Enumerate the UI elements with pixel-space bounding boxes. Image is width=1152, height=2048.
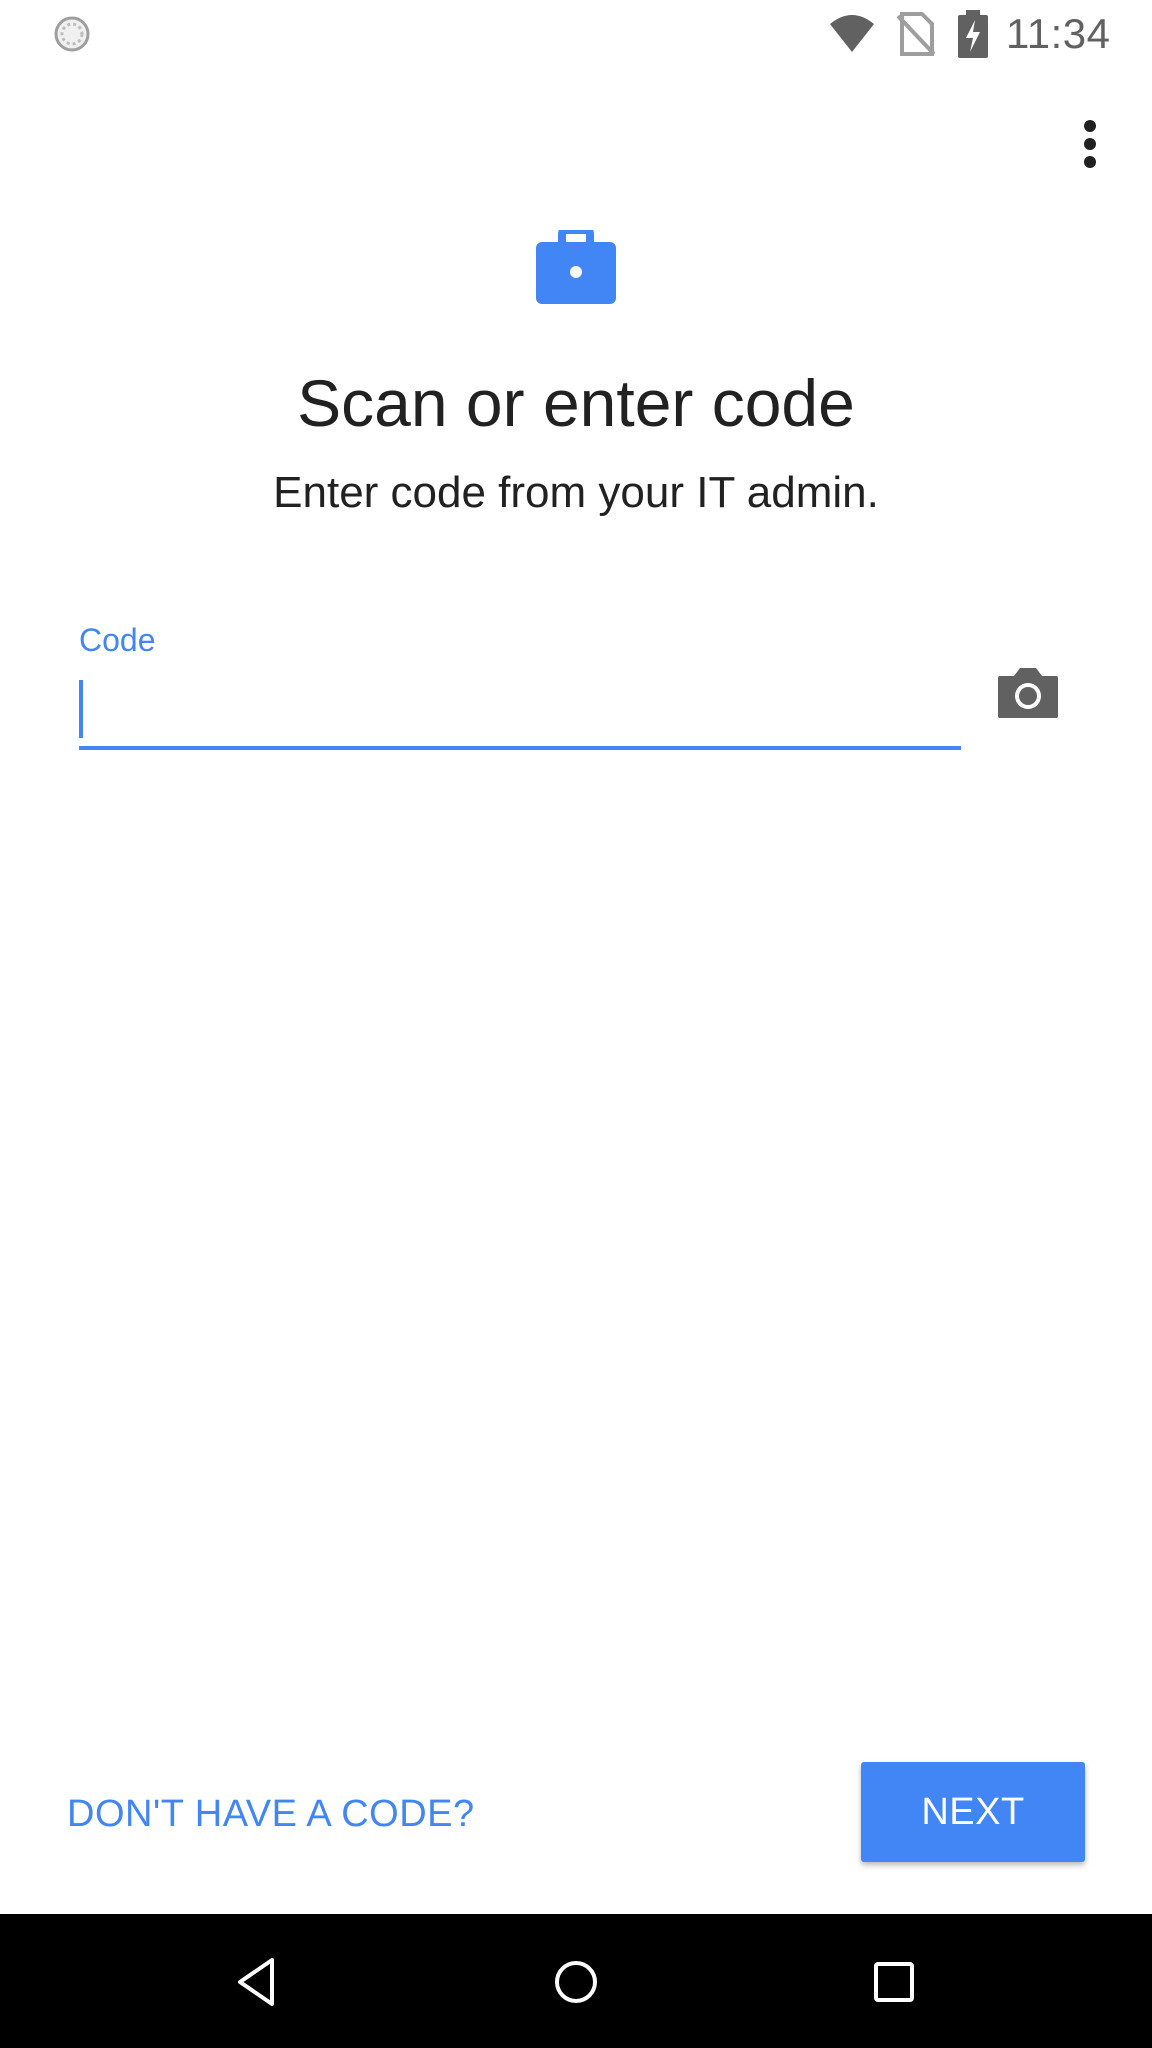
nav-recents-button[interactable] [862, 1950, 926, 2014]
status-bar: 11:34 [0, 0, 1152, 68]
screen: 11:34 Scan or enter code Enter code from… [0, 0, 1152, 2048]
scan-camera-button[interactable] [996, 664, 1060, 720]
code-field-label: Code [79, 622, 156, 658]
page-subtitle: Enter code from your IT admin. [273, 468, 879, 517]
briefcase-icon [536, 230, 616, 304]
dont-have-code-link[interactable]: DON'T HAVE A CODE? [67, 1786, 475, 1842]
wifi-icon [830, 15, 874, 52]
camera-icon [998, 668, 1058, 718]
nav-back-button[interactable] [226, 1950, 290, 2014]
page-title: Scan or enter code [297, 366, 855, 440]
next-button[interactable]: NEXT [861, 1762, 1085, 1862]
nav-home-button[interactable] [544, 1950, 608, 2014]
more-vert-icon [1084, 120, 1096, 168]
no-sim-icon [896, 12, 936, 56]
battery-charging-icon [958, 10, 988, 58]
sync-icon [54, 16, 90, 52]
code-input[interactable] [79, 670, 961, 750]
navigation-bar [0, 1914, 1152, 2048]
text-caret [79, 680, 83, 738]
overflow-menu-button[interactable] [1066, 112, 1114, 176]
status-clock: 11:34 [1006, 10, 1111, 57]
home-icon [555, 1961, 597, 2003]
back-icon [238, 1958, 274, 2006]
recents-icon [874, 1962, 914, 2002]
